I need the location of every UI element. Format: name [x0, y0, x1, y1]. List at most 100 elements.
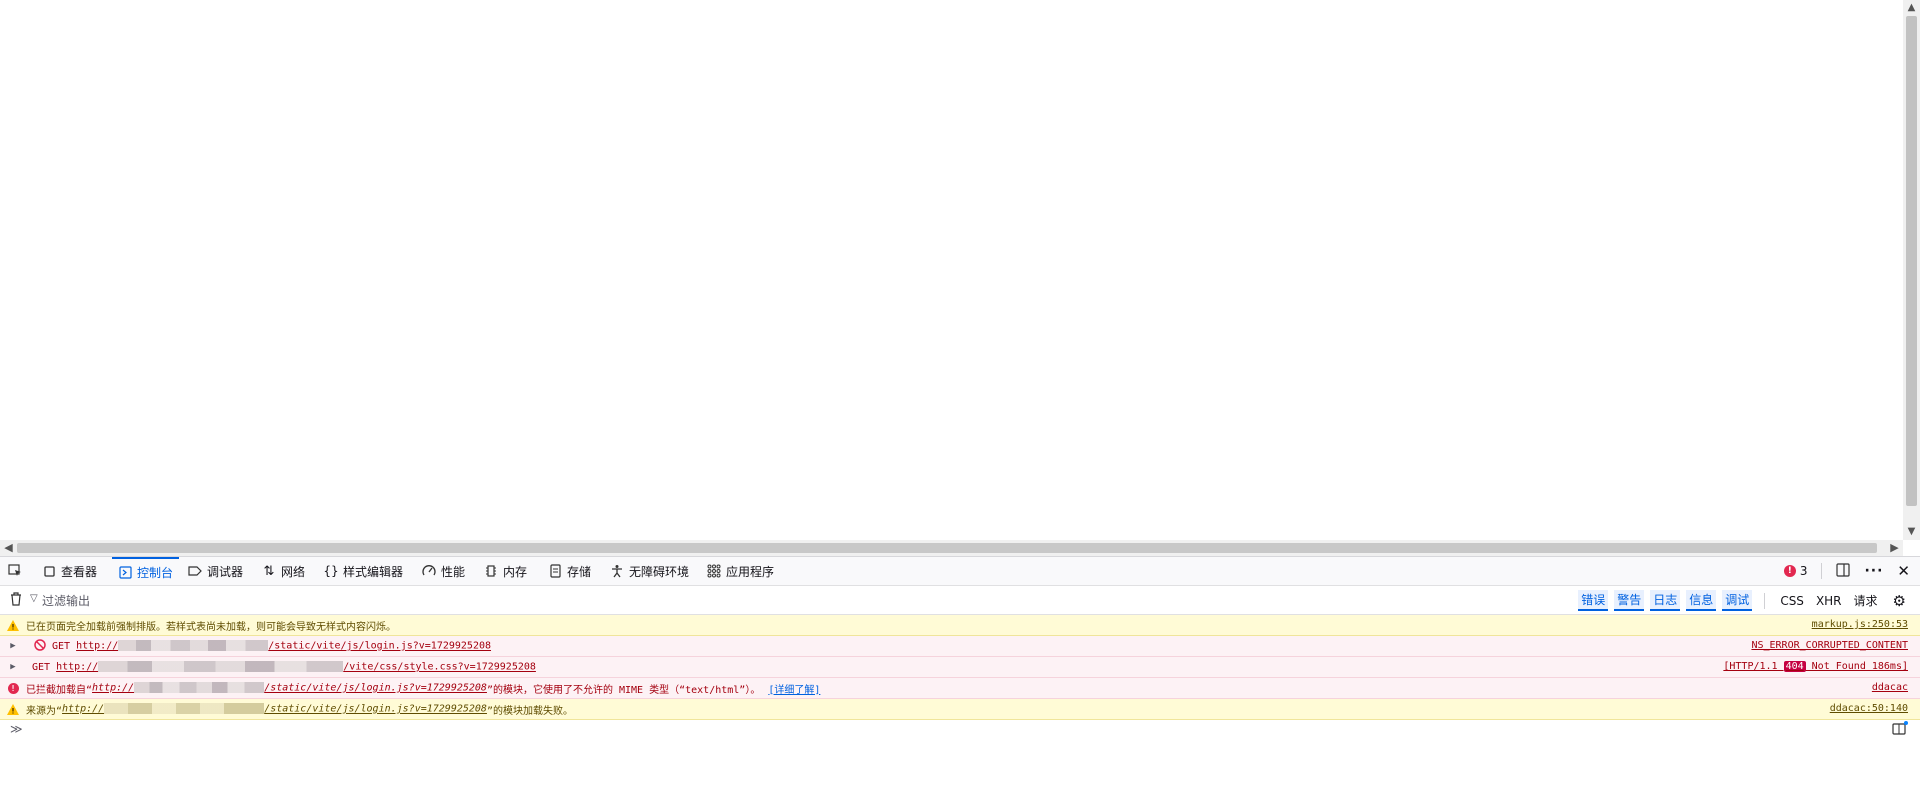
- console-message-network-error[interactable]: ▶ GET http:///vite/css/style.css?v=17299…: [0, 657, 1920, 678]
- vertical-scrollbar[interactable]: ▲ ▼: [1903, 0, 1920, 540]
- more-options-icon[interactable]: ···: [1864, 563, 1883, 579]
- element-picker-button[interactable]: [8, 557, 22, 585]
- http-status[interactable]: [HTTP/1.1 404 Not Found 186ms]: [1723, 657, 1908, 677]
- tab-label: 控制台: [137, 565, 174, 580]
- debugger-icon: [188, 564, 202, 578]
- redacted-host: [134, 682, 265, 694]
- editor-mode-icon[interactable]: [1892, 720, 1908, 738]
- redacted-host: [98, 661, 344, 673]
- page-viewport: ▲ ▼ ◀ ▶: [0, 0, 1920, 556]
- tab-label: 调试器: [207, 564, 244, 579]
- request-method: GET: [52, 640, 71, 652]
- request-url[interactable]: http:///static/vite/js/login.js?v=172992…: [76, 640, 491, 652]
- scroll-up-icon[interactable]: ▲: [1903, 0, 1920, 16]
- message-source-link[interactable]: ddacac:50:140: [1830, 699, 1908, 719]
- tab-label: 应用程序: [726, 564, 775, 579]
- filter-debug-button[interactable]: 调试: [1722, 590, 1753, 611]
- tab-accessibility[interactable]: 无障碍环境: [610, 557, 689, 585]
- message-source-link[interactable]: ddacac: [1872, 678, 1908, 698]
- close-icon[interactable]: ✕: [1897, 562, 1910, 580]
- expand-arrow-icon[interactable]: ▶: [0, 641, 26, 651]
- message-text: 已在页面完全加载前强制排版。若样式表尚未加载，则可能会导致无样式内容闪烁。: [26, 621, 396, 633]
- warning-icon: [0, 703, 26, 715]
- tab-label: 存储: [567, 564, 592, 579]
- tab-application[interactable]: 应用程序: [707, 557, 774, 585]
- style-editor-icon: {}: [323, 564, 339, 578]
- console-input-row[interactable]: ≫: [0, 717, 1920, 741]
- console-message-error: ! 已拦截加载自“ http:///static/vite/js/login.j…: [0, 678, 1920, 699]
- horizontal-scrollbar[interactable]: ◀ ▶: [0, 540, 1903, 556]
- console-message-warning: 已在页面完全加载前强制排版。若样式表尚未加载，则可能会导致无样式内容闪烁。 ma…: [0, 615, 1920, 636]
- error-count-badge[interactable]: ! 3: [1783, 564, 1808, 578]
- filter-buttons: 错误 警告 日志 信息 调试 CSS XHR 请求 ⚙: [1578, 590, 1906, 611]
- request-method: GET: [32, 661, 51, 673]
- vertical-scroll-thumb[interactable]: [1906, 16, 1917, 506]
- devtools-panel: 查看器 控制台 调试器 ⇅ 网络 {} 样式编辑器 性能 内存 存储 无障碍环境…: [0, 556, 1920, 806]
- message-text-suffix: ”的模块加载失败。: [486, 705, 573, 717]
- console-filter-bar: ▽ 过滤输出 错误 警告 日志 信息 调试 CSS XHR 请求 ⚙: [0, 586, 1920, 615]
- filter-errors-button[interactable]: 错误: [1578, 590, 1609, 611]
- storage-icon: [548, 564, 562, 578]
- learn-more-link[interactable]: [详细了解]: [768, 681, 820, 696]
- tab-inspector[interactable]: 查看器: [42, 557, 97, 585]
- application-icon: [707, 564, 721, 578]
- tab-storage[interactable]: 存储: [548, 557, 591, 585]
- element-picker-icon: [8, 564, 22, 578]
- filter-logs-button[interactable]: 日志: [1650, 590, 1681, 611]
- scroll-right-icon[interactable]: ▶: [1886, 540, 1903, 556]
- tab-debugger[interactable]: 调试器: [188, 557, 243, 585]
- filter-requests-button[interactable]: 请求: [1851, 591, 1881, 610]
- inspector-icon: [42, 564, 56, 578]
- filter-info-button[interactable]: 信息: [1686, 590, 1717, 611]
- module-url[interactable]: http:///static/vite/js/login.js?v=172992…: [62, 703, 487, 715]
- tab-label: 样式编辑器: [343, 564, 404, 579]
- tab-label: 无障碍环境: [629, 564, 690, 579]
- filter-css-button[interactable]: CSS: [1777, 593, 1807, 609]
- message-text-prefix: 已拦截加载自“: [26, 684, 93, 696]
- console-icon: [118, 565, 132, 579]
- module-url[interactable]: http:///static/vite/js/login.js?v=172992…: [92, 682, 487, 694]
- blocked-icon: [34, 638, 46, 654]
- tab-network[interactable]: ⇅ 网络: [262, 557, 305, 585]
- redacted-host: [104, 703, 265, 715]
- scroll-left-icon[interactable]: ◀: [0, 540, 17, 556]
- tab-performance[interactable]: 性能: [422, 557, 465, 585]
- error-count: 3: [1799, 564, 1808, 578]
- memory-icon: [484, 564, 498, 578]
- redacted-host: [118, 640, 269, 652]
- scroll-down-icon[interactable]: ▼: [1903, 524, 1920, 540]
- network-icon: ⇅: [263, 563, 275, 579]
- expand-arrow-icon[interactable]: ▶: [0, 662, 26, 672]
- tab-label: 查看器: [61, 564, 98, 579]
- accessibility-icon: [610, 564, 624, 578]
- dock-side-icon[interactable]: [1836, 562, 1851, 580]
- console-messages: 已在页面完全加载前强制排版。若样式表尚未加载，则可能会导致无样式内容闪烁。 ma…: [0, 615, 1920, 720]
- prompt-chevron-icon: ≫: [10, 722, 23, 736]
- tab-console[interactable]: 控制台: [112, 557, 180, 585]
- error-icon: !: [0, 682, 26, 694]
- devtools-toolbar: 查看器 控制台 调试器 ⇅ 网络 {} 样式编辑器 性能 内存 存储 无障碍环境…: [0, 557, 1920, 586]
- tab-label: 性能: [441, 564, 466, 579]
- performance-icon: [422, 564, 436, 578]
- tab-label: 网络: [281, 564, 306, 579]
- console-input[interactable]: [23, 719, 1892, 739]
- horizontal-scroll-thumb[interactable]: [17, 543, 1877, 553]
- console-message-network-error[interactable]: ▶ GET http:///static/vite/js/login.js?v=…: [0, 636, 1920, 657]
- trash-icon[interactable]: [10, 592, 22, 609]
- message-text-suffix: ”的模块，它使用了不允许的 MIME 类型（“text/html”）。: [486, 684, 761, 696]
- status-code-badge: 404: [1783, 661, 1806, 672]
- toolbar-right: ! 3 ··· ✕: [1783, 557, 1910, 585]
- tab-memory[interactable]: 内存: [484, 557, 527, 585]
- warning-icon: [0, 619, 26, 631]
- message-source-link[interactable]: NS_ERROR_CORRUPTED_CONTENT: [1751, 636, 1908, 656]
- request-url[interactable]: http:///vite/css/style.css?v=1729925208: [56, 661, 536, 673]
- tab-label: 内存: [503, 564, 528, 579]
- message-source-link[interactable]: markup.js:250:53: [1812, 615, 1908, 635]
- filter-xhr-button[interactable]: XHR: [1813, 593, 1845, 609]
- tab-style-editor[interactable]: {} 样式编辑器: [323, 557, 404, 585]
- filter-warnings-button[interactable]: 警告: [1614, 590, 1645, 611]
- console-settings-icon[interactable]: ⚙: [1893, 592, 1906, 610]
- error-icon: !: [1783, 565, 1796, 577]
- filter-output-input[interactable]: 过滤输出: [42, 592, 90, 609]
- message-text-prefix: 来源为“: [26, 705, 63, 717]
